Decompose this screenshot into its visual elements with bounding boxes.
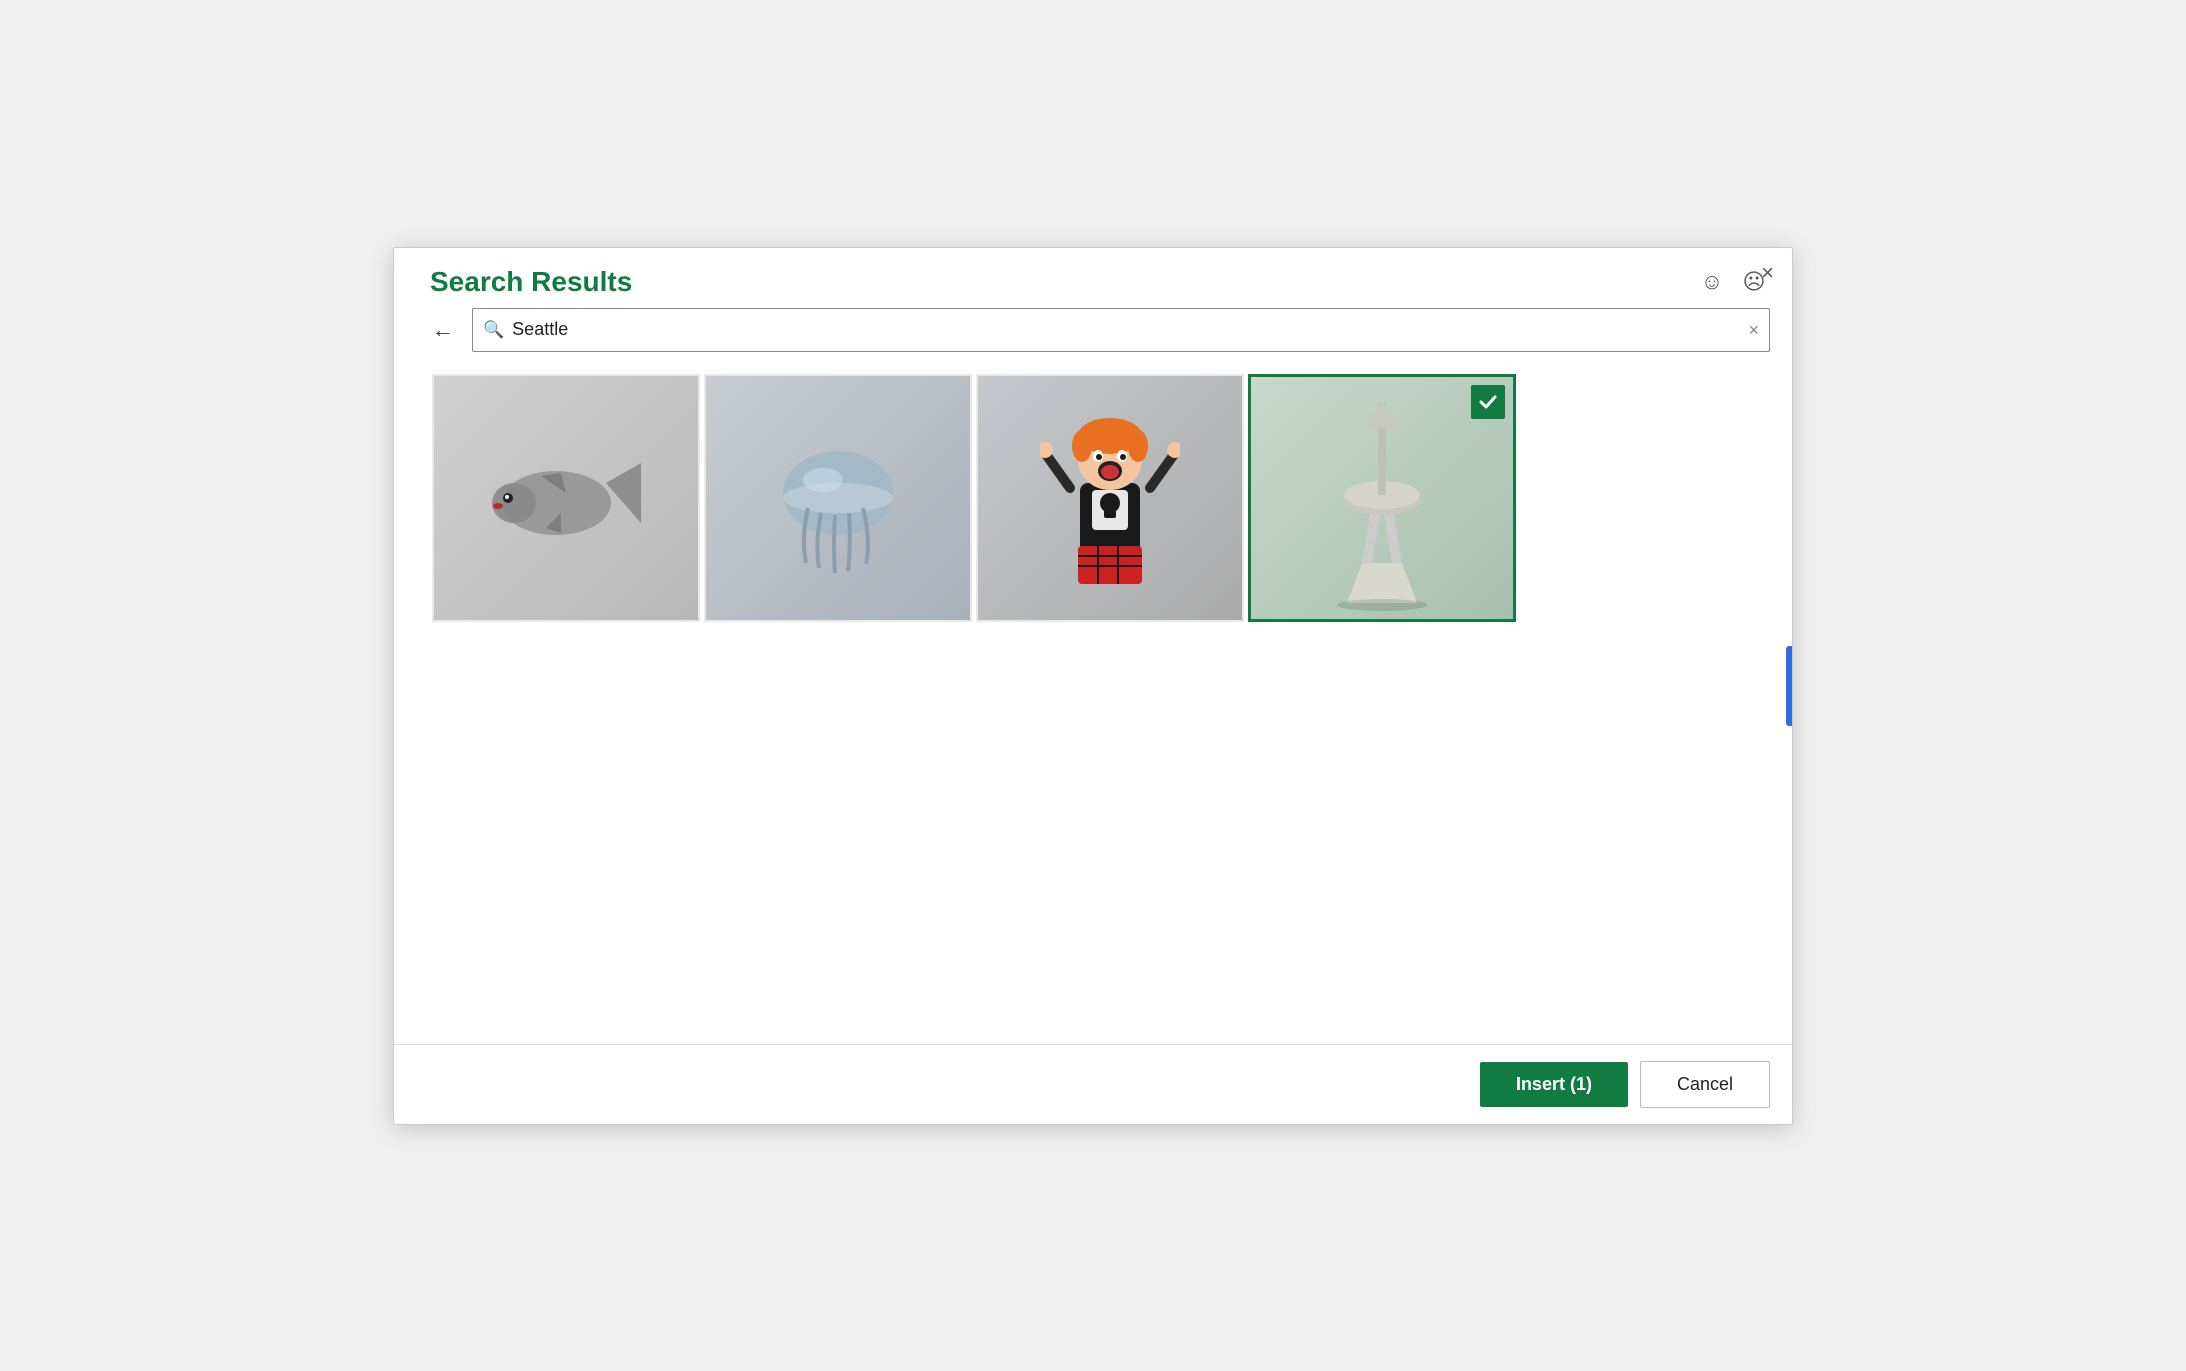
results-grid xyxy=(394,364,1792,632)
search-box: 🔍 × xyxy=(472,308,1770,352)
dialog-footer: Insert (1) Cancel xyxy=(394,1044,1792,1124)
selected-checkmark xyxy=(1471,385,1505,419)
search-input[interactable] xyxy=(512,319,1740,340)
fish-thumbnail xyxy=(434,376,698,620)
feedback-happy-button[interactable]: ☺ xyxy=(1696,266,1728,298)
jellyfish-thumbnail xyxy=(706,376,970,620)
search-icon: 🔍 xyxy=(483,320,504,340)
result-item-figure[interactable] xyxy=(976,374,1244,622)
figure-thumbnail xyxy=(978,376,1242,620)
dialog-title: Search Results xyxy=(430,266,632,298)
feedback-icons: ☺ ☹ xyxy=(1696,266,1770,298)
search-row: ← 🔍 × xyxy=(394,308,1792,364)
result-item-jellyfish[interactable] xyxy=(704,374,972,622)
dialog-header: Search Results ☺ ☹ xyxy=(394,248,1792,308)
right-accent-bar xyxy=(1786,646,1792,726)
search-results-dialog: × Search Results ☺ ☹ ← 🔍 × xyxy=(393,247,1793,1125)
close-button[interactable]: × xyxy=(1761,262,1774,284)
result-item-tower[interactable] xyxy=(1248,374,1516,622)
cancel-button[interactable]: Cancel xyxy=(1640,1061,1770,1108)
back-button[interactable]: ← xyxy=(424,313,462,347)
search-clear-button[interactable]: × xyxy=(1748,321,1759,339)
result-item-fish[interactable] xyxy=(432,374,700,622)
insert-button[interactable]: Insert (1) xyxy=(1480,1062,1628,1107)
